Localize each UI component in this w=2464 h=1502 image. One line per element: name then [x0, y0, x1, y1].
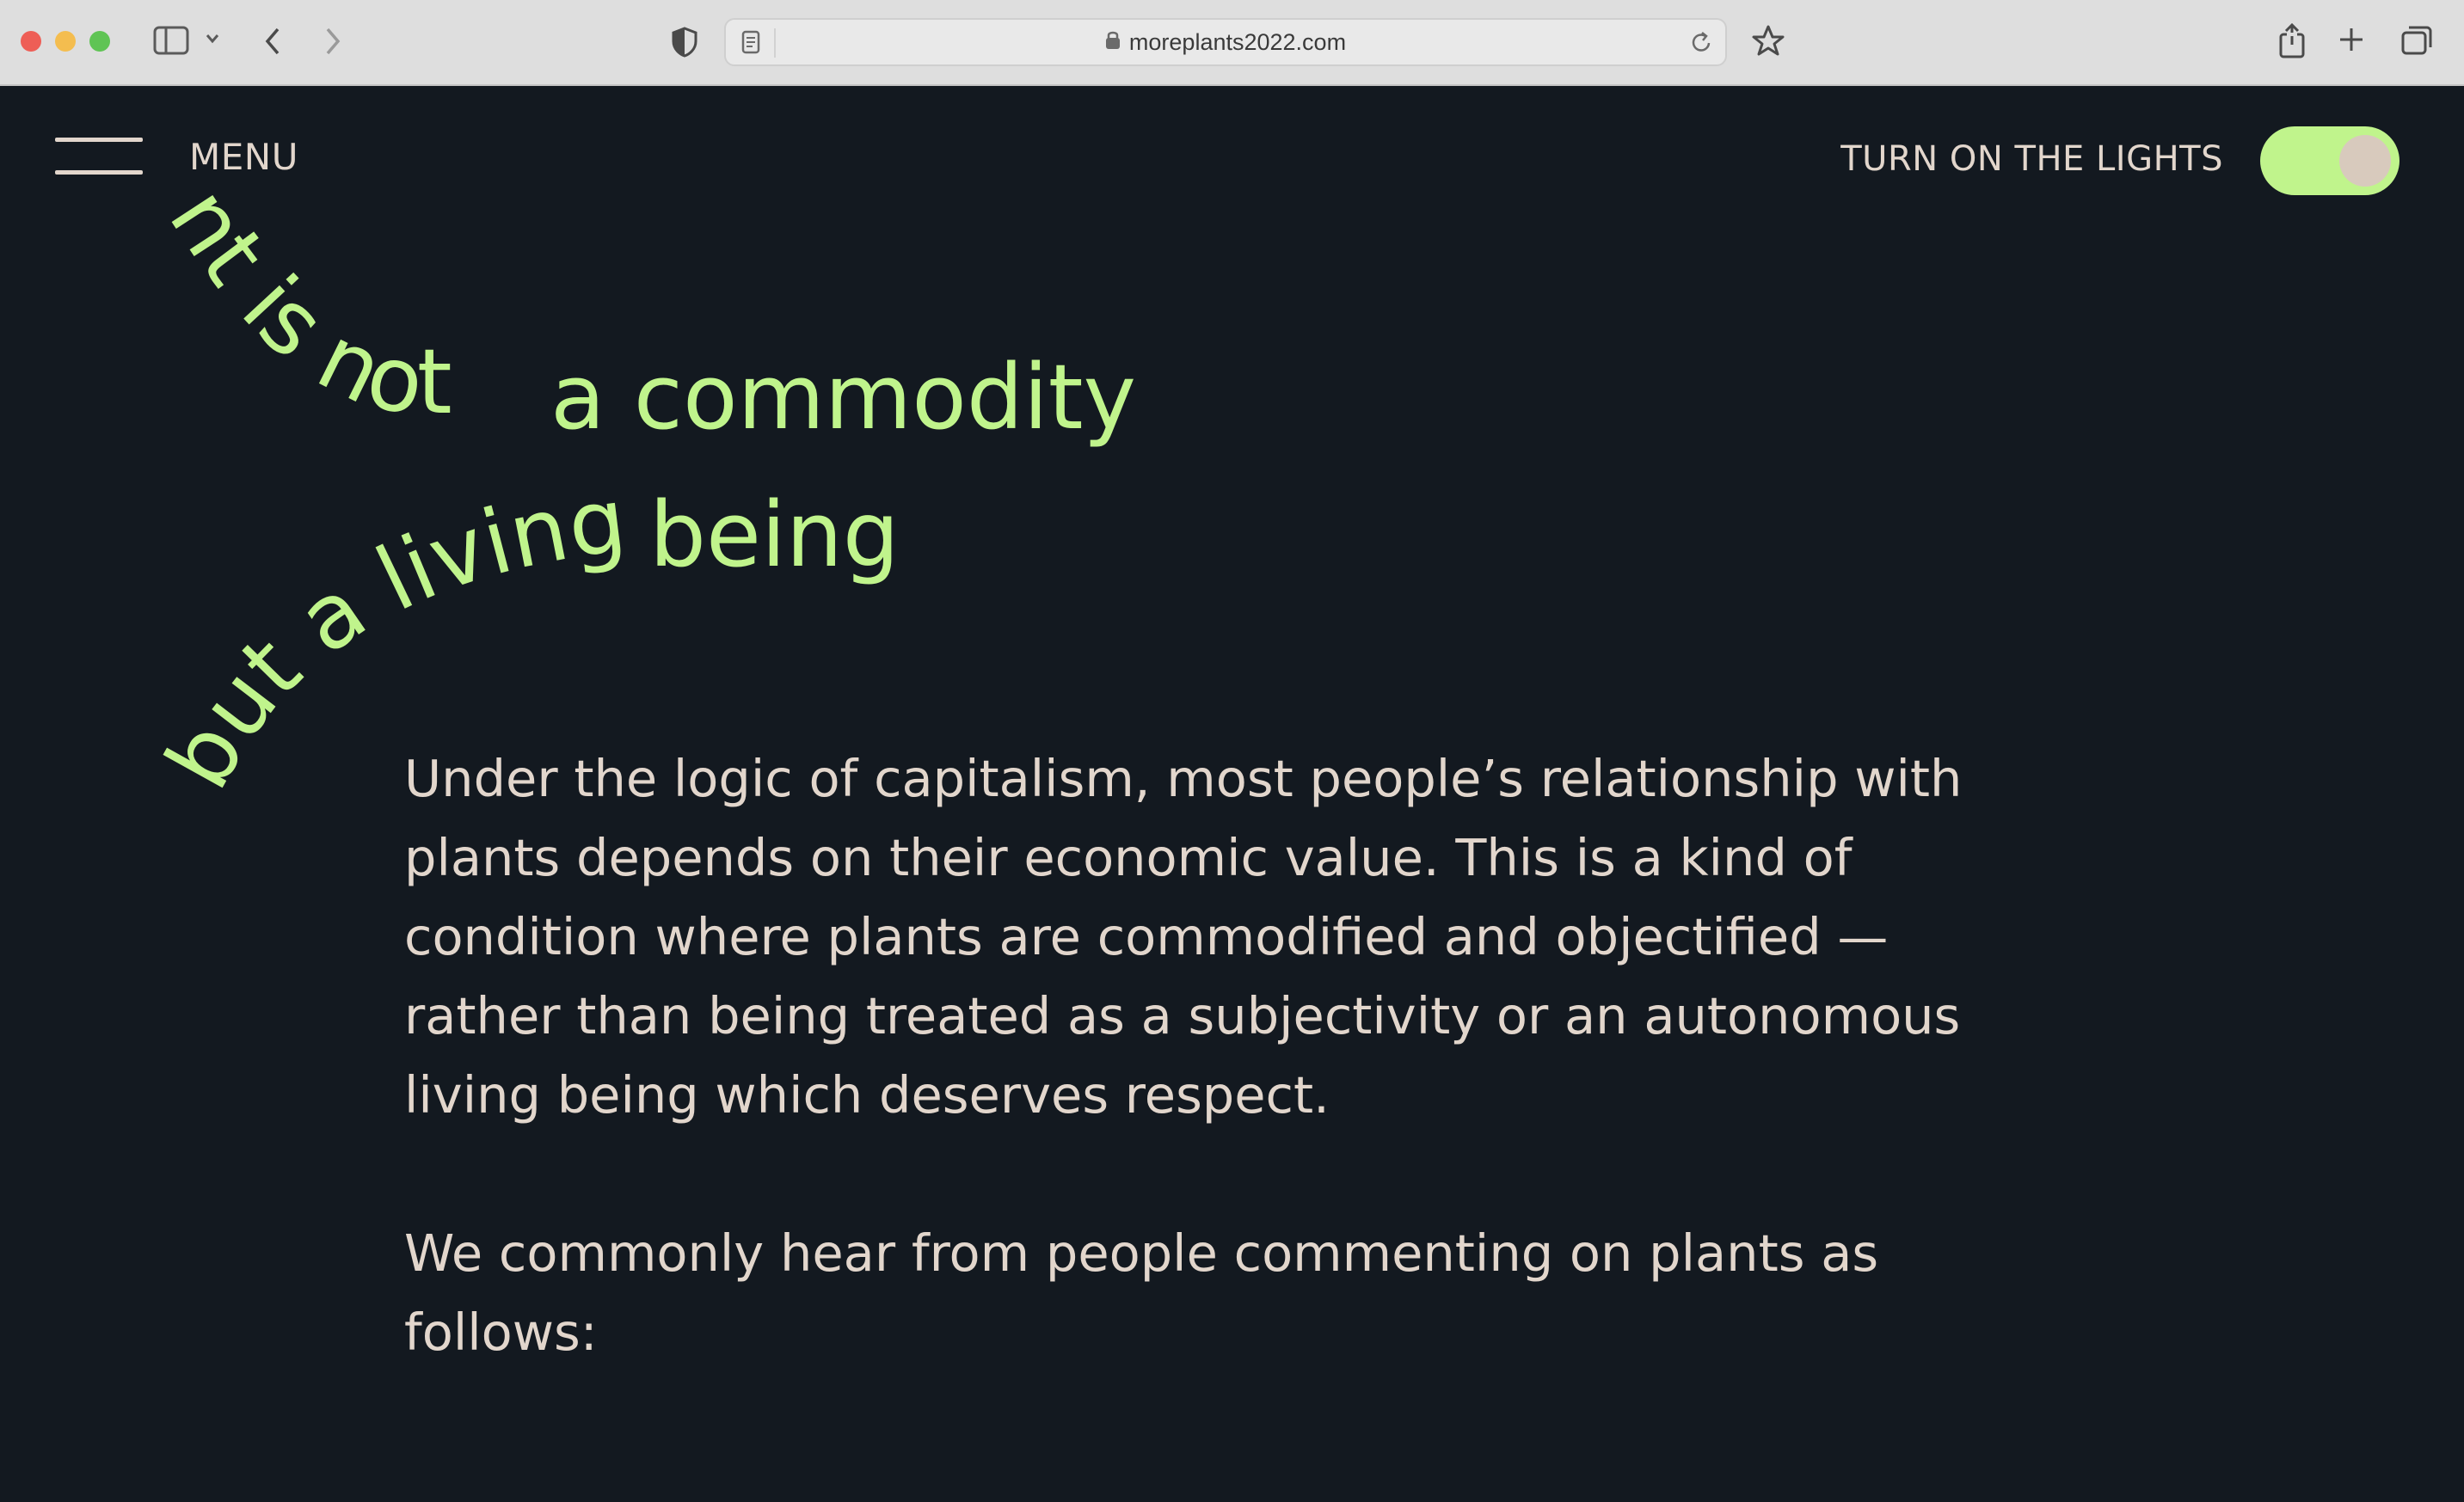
browser-toolbar: moreplants2022.com	[0, 0, 2464, 86]
close-window-button[interactable]	[21, 31, 41, 52]
heading-line-1-rest: a commodity	[550, 345, 1136, 450]
tab-overview-icon[interactable]	[2399, 24, 2434, 57]
paragraph-1: Under the logic of capitalism, most peop…	[404, 749, 1963, 1125]
heading-line-2-rest: being	[649, 482, 900, 587]
privacy-shield-icon[interactable]	[671, 26, 698, 58]
heading-line-1-curved: nt is not	[150, 169, 452, 436]
address-bar[interactable]: moreplants2022.com	[724, 18, 1727, 66]
share-icon[interactable]	[2277, 22, 2307, 58]
lights-toggle-label[interactable]: TURN ON THE LIGHTS	[1840, 139, 2223, 179]
article-body: Under the logic of capitalism, most peop…	[404, 739, 2055, 1451]
back-icon[interactable]	[263, 26, 282, 57]
maximize-window-button[interactable]	[89, 31, 110, 52]
forward-icon[interactable]	[323, 26, 342, 57]
reload-icon[interactable]	[1689, 30, 1713, 56]
minimize-window-button[interactable]	[55, 31, 76, 52]
toggle-knob	[2339, 135, 2391, 187]
url-text: moreplants2022.com	[1128, 28, 1347, 55]
page: MENU TURN ON THE LIGHTS nt is not a comm…	[0, 86, 2464, 1502]
new-tab-icon[interactable]	[2338, 26, 2365, 53]
bookmark-star-icon[interactable]	[1751, 24, 1785, 57]
lock-icon	[1105, 29, 1121, 56]
chevron-down-icon[interactable]	[205, 33, 220, 45]
paragraph-2: We commonly hear from people commenting …	[404, 1223, 1879, 1362]
sidebar-toggle-icon[interactable]	[153, 26, 189, 55]
lights-toggle[interactable]	[2260, 126, 2399, 195]
heading-line-1: nt is not	[150, 169, 452, 436]
